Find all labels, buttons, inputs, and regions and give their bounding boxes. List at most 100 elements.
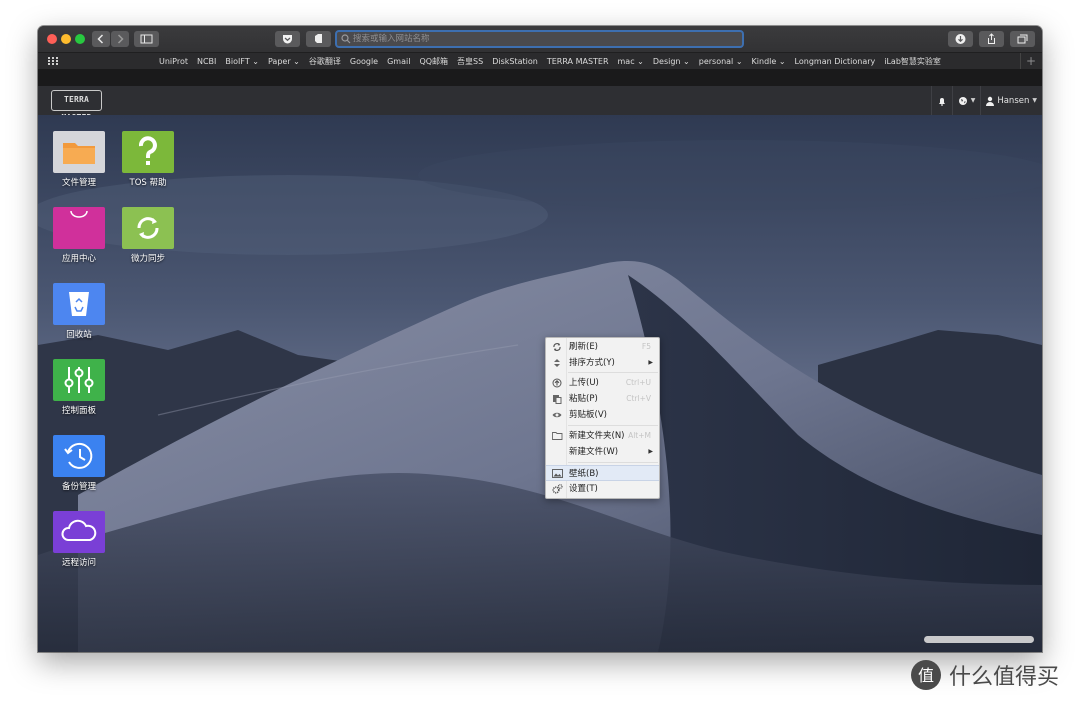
bookmark-item[interactable]: 吾皇SS (457, 56, 483, 67)
notifications-button[interactable] (930, 86, 952, 115)
chevron-right-icon (117, 34, 124, 44)
sync-icon (122, 207, 174, 249)
desktop-icon-app-center[interactable]: 应用中心 (44, 207, 114, 264)
address-bar[interactable]: 搜索或输入网站名称 (335, 30, 744, 48)
menu-item-upload[interactable]: 上传(U) Ctrl+U (546, 375, 659, 391)
bookmarks-bar: UniProt NCBI BioIFT ⌄ Paper ⌄ 谷歌翻译 Googl… (38, 52, 1042, 70)
menu-item-label: 剪贴板(V) (569, 410, 607, 420)
sliders-icon (53, 359, 105, 401)
recycle-bin-icon (53, 283, 105, 325)
minimize-window-button[interactable] (61, 34, 71, 44)
share-button[interactable] (979, 31, 1004, 47)
forward-button[interactable] (111, 31, 129, 47)
tabs-icon (1017, 34, 1028, 44)
desktop-icon-remote-access[interactable]: 远程访问 (44, 511, 114, 568)
grid-icon[interactable] (48, 57, 58, 65)
bookmark-item[interactable]: 谷歌翻译 (309, 56, 341, 67)
zoom-window-button[interactable] (75, 34, 85, 44)
desktop-icon-backup-manager[interactable]: 备份管理 (44, 435, 114, 492)
desktop-icon-label: TOS 帮助 (129, 178, 167, 188)
bookmark-list: UniProt NCBI BioIFT ⌄ Paper ⌄ 谷歌翻译 Googl… (159, 53, 941, 70)
menu-item-label: 上传(U) (569, 378, 599, 388)
image-icon (552, 469, 563, 478)
sort-icon (554, 359, 560, 367)
bookmark-item[interactable]: BioIFT ⌄ (225, 57, 259, 66)
user-menu-button[interactable]: Hansen ▼ (980, 86, 1042, 115)
desert-wallpaper (38, 115, 1042, 652)
bookmark-item[interactable]: Longman Dictionary (795, 57, 876, 66)
bookmark-item[interactable]: TERRA MASTER (547, 57, 609, 66)
evernote-icon (315, 34, 322, 43)
menu-item-shortcut: Ctrl+U (625, 378, 651, 387)
close-window-button[interactable] (47, 34, 57, 44)
user-name: Hansen (997, 95, 1030, 106)
menu-item-new-folder[interactable]: 新建文件夹(N) Alt+M (546, 428, 659, 444)
bookmark-item[interactable]: Kindle ⌄ (752, 57, 786, 66)
downloads-button[interactable] (948, 31, 973, 47)
smzdm-watermark: 值 什么值得买 (910, 659, 1059, 691)
evernote-button[interactable] (306, 31, 331, 47)
menu-item-wallpaper[interactable]: 壁纸(B) (546, 465, 659, 481)
bookmark-item[interactable]: Gmail (387, 57, 410, 66)
bookmark-item[interactable]: NCBI (197, 57, 216, 66)
chevron-left-icon (97, 34, 104, 44)
menu-item-shortcut: Alt+M (628, 431, 651, 440)
menu-item-settings[interactable]: 设置(T) (546, 481, 659, 497)
desktop-icon-recycle-bin[interactable]: 回收站 (44, 283, 114, 340)
submenu-arrow-icon: ▶ (648, 359, 653, 366)
address-placeholder: 搜索或输入网站名称 (353, 34, 430, 44)
menu-item-paste[interactable]: 粘贴(P) Ctrl+V (546, 391, 659, 407)
desktop-icon-label: 备份管理 (61, 482, 96, 492)
clock-icon (53, 435, 105, 477)
folder-outline-icon (552, 432, 563, 440)
menu-item-shortcut: F5 (641, 342, 651, 351)
bookmark-item[interactable]: QQ邮箱 (419, 56, 448, 67)
cloud-icon (53, 511, 105, 553)
bookmark-item[interactable]: UniProt (159, 57, 188, 66)
smzdm-logo-icon: 值 (911, 660, 941, 690)
bookmark-item[interactable]: DiskStation (492, 57, 538, 66)
menu-item-refresh[interactable]: 刷新(E) F5 (546, 339, 659, 355)
nas-desktop[interactable]: 文件管理 TOS 帮助 应用中心 微力同步 回收站 控制面板 备份管理 远程访问… (38, 115, 1042, 652)
menu-item-new-file[interactable]: 新建文件(W) ▶ (546, 444, 659, 460)
desktop-icon-label: 应用中心 (61, 254, 96, 264)
pocket-icon (283, 35, 292, 44)
menu-item-label: 排序方式(Y) (569, 358, 615, 368)
back-button[interactable] (92, 31, 110, 47)
terramaster-logo: TERRA MASTER (51, 90, 102, 122)
bookmark-item[interactable]: Paper ⌄ (268, 57, 300, 66)
sidebar-toggle-button[interactable] (134, 31, 159, 47)
menu-item-clipboard[interactable]: 剪贴板(V) (546, 407, 659, 423)
menu-item-sort[interactable]: 排序方式(Y) ▶ (546, 355, 659, 371)
bookmark-item[interactable]: iLab智慧实验室 (884, 56, 941, 67)
watermark-text: 什么值得买 (949, 665, 1060, 690)
tabs-overview-button[interactable] (1010, 31, 1035, 47)
refresh-icon (553, 343, 561, 351)
paste-icon (553, 395, 562, 404)
menu-item-shortcut: Ctrl+V (626, 394, 651, 403)
desktop-icon-file-manager[interactable]: 文件管理 (44, 131, 114, 188)
desktop-icon-tos-help[interactable]: TOS 帮助 (113, 131, 183, 188)
browser-window: 搜索或输入网站名称 UniProt NCBI BioIFT ⌄ Paper ⌄ … (38, 26, 1042, 652)
search-icon (341, 34, 351, 44)
menu-item-label: 新建文件夹(N) (569, 431, 625, 441)
bookmark-item[interactable]: Design ⌄ (653, 57, 690, 66)
globe-icon (958, 96, 967, 105)
desktop-icon-label: 文件管理 (61, 178, 96, 188)
shopping-bag-icon (53, 207, 105, 249)
bookmark-item[interactable]: mac ⌄ (618, 57, 644, 66)
new-tab-plus-icon[interactable]: + (1019, 53, 1036, 70)
language-button[interactable]: ▼ (951, 86, 981, 115)
horizontal-scrollbar[interactable] (924, 636, 1034, 643)
desktop-icon-label: 回收站 (66, 330, 92, 340)
submenu-arrow-icon: ▶ (648, 448, 653, 455)
bookmark-item[interactable]: Google (350, 57, 378, 66)
header-actions: ▼ Hansen ▼ (930, 86, 1042, 115)
desktop-icon-label: 控制面板 (61, 406, 96, 416)
desktop-icon-control-panel[interactable]: 控制面板 (44, 359, 114, 416)
pocket-button[interactable] (275, 31, 300, 47)
desktop-icon-label: 微力同步 (130, 254, 165, 264)
menu-item-label: 刷新(E) (569, 342, 599, 352)
desktop-icon-sync[interactable]: 微力同步 (113, 207, 183, 264)
bookmark-item[interactable]: personal ⌄ (699, 57, 743, 66)
